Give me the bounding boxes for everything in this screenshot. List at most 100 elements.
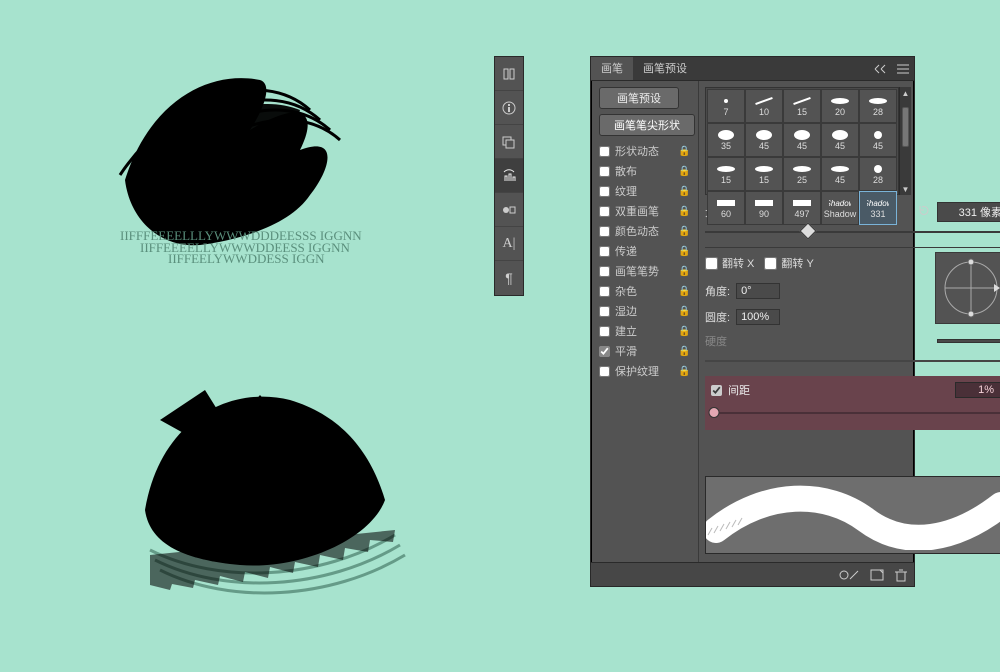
option-checkbox[interactable] <box>599 226 610 237</box>
hardness-slider <box>705 354 1000 368</box>
brush-tip-5[interactable]: 35 <box>707 123 745 157</box>
option-checkbox[interactable] <box>599 166 610 177</box>
brush-tip-9[interactable]: 45 <box>859 123 897 157</box>
brush-tip-19[interactable]: Shadow331 <box>859 191 897 225</box>
brush-tip-18[interactable]: ShadowShadow <box>821 191 859 225</box>
brush-option-11[interactable]: 保护纹理 🔒 <box>595 361 694 381</box>
brush-option-2[interactable]: 纹理 🔒 <box>595 181 694 201</box>
lock-icon[interactable]: 🔒 <box>678 166 692 177</box>
option-checkbox[interactable] <box>599 286 610 297</box>
brush-option-4[interactable]: 颜色动态 🔒 <box>595 221 694 241</box>
paragraph-icon[interactable]: ¶ <box>495 261 523 295</box>
svg-text:Shadow: Shadow <box>829 199 851 208</box>
size-value[interactable]: 331 像素 <box>937 202 1000 222</box>
brush-grid-scrollbar[interactable]: ▲ ▼ <box>899 87 911 195</box>
option-checkbox[interactable] <box>599 186 610 197</box>
lock-icon[interactable]: 🔒 <box>678 346 692 357</box>
brush-stroke-preview <box>705 476 1000 554</box>
option-label: 建立 <box>615 323 678 339</box>
brush-tool-icon[interactable] <box>495 159 523 193</box>
clone-source-icon[interactable] <box>495 193 523 227</box>
brush-tip-10[interactable]: 15 <box>707 157 745 191</box>
angle-roundness-picker[interactable] <box>935 252 1000 324</box>
brush-tip-1[interactable]: 10 <box>745 89 783 123</box>
spacing-slider[interactable] <box>711 406 1000 420</box>
character-icon[interactable]: A| <box>495 227 523 261</box>
toggle-preview-icon[interactable] <box>838 569 860 581</box>
option-checkbox[interactable] <box>599 326 610 337</box>
angle-label: 角度: <box>705 283 730 299</box>
brush-option-3[interactable]: 双重画笔 🔒 <box>595 201 694 221</box>
option-checkbox[interactable] <box>599 346 610 357</box>
history-icon[interactable] <box>495 57 523 91</box>
tab-brush-presets[interactable]: 画笔预设 <box>633 57 697 80</box>
brush-tip-15[interactable]: 60 <box>707 191 745 225</box>
lock-icon[interactable]: 🔒 <box>678 206 692 217</box>
lock-icon[interactable]: 🔒 <box>678 186 692 197</box>
brush-tip-12[interactable]: 25 <box>783 157 821 191</box>
brush-option-6[interactable]: 画笔笔势 🔒 <box>595 261 694 281</box>
brush-tip-8[interactable]: 45 <box>821 123 859 157</box>
brush-tip-3[interactable]: 20 <box>821 89 859 123</box>
angle-value[interactable]: 0° <box>736 283 780 299</box>
flip-y-checkbox[interactable]: 翻转 Y <box>764 255 813 271</box>
option-label: 平滑 <box>615 343 678 359</box>
brush-option-7[interactable]: 杂色 🔒 <box>595 281 694 301</box>
new-preset-icon[interactable] <box>870 568 884 582</box>
brush-tip-6[interactable]: 45 <box>745 123 783 157</box>
brush-tip-shape-button[interactable]: 画笔笔尖形状 <box>599 114 695 136</box>
brush-tip-7[interactable]: 45 <box>783 123 821 157</box>
lock-icon[interactable]: 🔒 <box>678 266 692 277</box>
brush-tip-16[interactable]: 90 <box>745 191 783 225</box>
flip-x-label: 翻转 X <box>722 255 754 271</box>
brush-tip-13[interactable]: 45 <box>821 157 859 191</box>
lock-icon[interactable]: 🔒 <box>678 226 692 237</box>
svg-text:Shadow: Shadow <box>867 199 889 208</box>
brush-option-10[interactable]: 平滑 🔒 <box>595 341 694 361</box>
size-slider[interactable] <box>705 225 1000 239</box>
brush-option-9[interactable]: 建立 🔒 <box>595 321 694 341</box>
brush-presets-button[interactable]: 画笔预设 <box>599 87 679 109</box>
brush-tip-14[interactable]: 28 <box>859 157 897 191</box>
option-checkbox[interactable] <box>599 306 610 317</box>
option-label: 杂色 <box>615 283 678 299</box>
option-checkbox[interactable] <box>599 206 610 217</box>
lock-icon[interactable]: 🔒 <box>678 246 692 257</box>
option-checkbox[interactable] <box>599 366 610 377</box>
collapse-icon[interactable] <box>870 57 892 80</box>
brush-tip-17[interactable]: 497 <box>783 191 821 225</box>
flip-x-checkbox[interactable]: 翻转 X <box>705 255 754 271</box>
roundness-value[interactable]: 100% <box>736 309 780 325</box>
vertical-toolstrip: A| ¶ <box>494 56 524 296</box>
brush-tip-11[interactable]: 15 <box>745 157 783 191</box>
lock-icon[interactable]: 🔒 <box>678 366 692 377</box>
lock-icon[interactable]: 🔒 <box>678 306 692 317</box>
option-checkbox[interactable] <box>599 246 610 257</box>
option-label: 颜色动态 <box>615 223 678 239</box>
brush-tip-4[interactable]: 28 <box>859 89 897 123</box>
option-checkbox[interactable] <box>599 266 610 277</box>
brush-option-8[interactable]: 湿边 🔒 <box>595 301 694 321</box>
brush-option-5[interactable]: 传递 🔒 <box>595 241 694 261</box>
brush-option-0[interactable]: 形状动态 🔒 <box>595 141 694 161</box>
reset-size-icon[interactable] <box>917 204 933 221</box>
option-checkbox[interactable] <box>599 146 610 157</box>
lock-icon[interactable]: 🔒 <box>678 146 692 157</box>
brush-settings-column: 710152028354545454515152545286090497Shad… <box>699 81 1000 562</box>
layers-icon[interactable] <box>495 125 523 159</box>
spacing-value[interactable]: 1% <box>955 382 1000 398</box>
lock-icon[interactable]: 🔒 <box>678 326 692 337</box>
panel-menu-icon[interactable] <box>892 57 914 80</box>
spacing-section: 间距 1% <box>705 376 1000 430</box>
tab-brush[interactable]: 画笔 <box>591 57 633 80</box>
brush-tip-2[interactable]: 15 <box>783 89 821 123</box>
spacing-checkbox[interactable] <box>711 385 722 396</box>
roundness-label: 圆度: <box>705 309 730 325</box>
brush-option-1[interactable]: 散布 🔒 <box>595 161 694 181</box>
info-icon[interactable] <box>495 91 523 125</box>
brush-tip-0[interactable]: 7 <box>707 89 745 123</box>
spacing-label: 间距 <box>728 382 955 398</box>
flip-y-label: 翻转 Y <box>781 255 813 271</box>
delete-icon[interactable] <box>894 568 908 582</box>
lock-icon[interactable]: 🔒 <box>678 286 692 297</box>
